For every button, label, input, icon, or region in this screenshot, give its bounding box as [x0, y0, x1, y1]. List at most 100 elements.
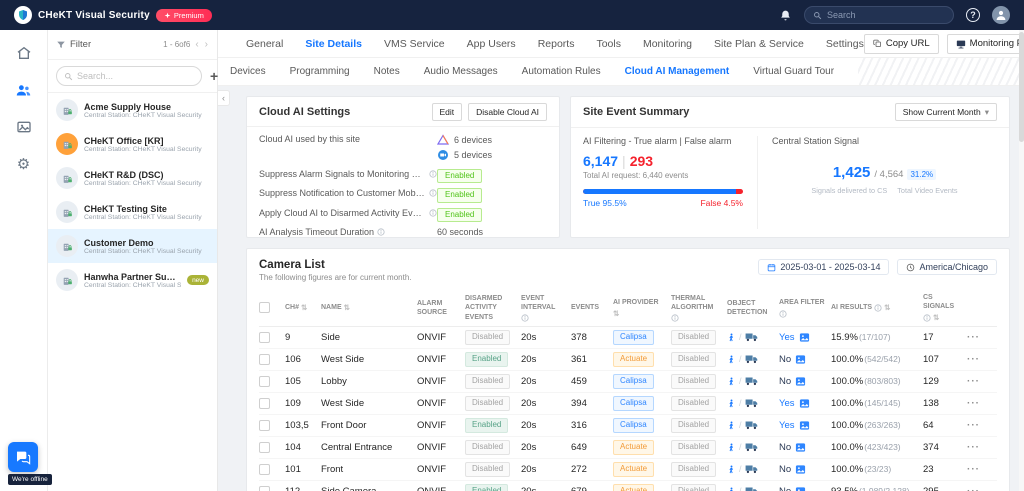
- secondary-tab[interactable]: Virtual Guard Tour: [753, 66, 834, 77]
- sort-icon[interactable]: ⇅: [344, 303, 350, 313]
- primary-tab[interactable]: Monitoring: [643, 38, 692, 50]
- area-filter-image-icon[interactable]: [799, 332, 810, 343]
- period-select-button[interactable]: Show Current Month ▾: [895, 103, 997, 121]
- row-checkbox[interactable]: [259, 398, 270, 409]
- date-range-chip[interactable]: 2025-03-01 - 2025-03-14: [758, 259, 889, 275]
- ai-provider-badge[interactable]: Actuate: [613, 440, 654, 454]
- row-checkbox[interactable]: [259, 464, 270, 475]
- column-header[interactable]: CS SIGNALS ⇅: [923, 293, 967, 323]
- nav-settings[interactable]: ⚙: [12, 153, 36, 175]
- nav-home[interactable]: [12, 42, 36, 64]
- area-filter-image-icon[interactable]: [795, 486, 806, 491]
- column-header[interactable]: THERMAL ALGORITHM ⇅: [671, 294, 727, 322]
- site-list-item[interactable]: Acme Supply House Central Station: CHeKT…: [48, 93, 217, 127]
- primary-tab[interactable]: Tools: [596, 38, 621, 50]
- sort-icon[interactable]: ⇅: [613, 309, 619, 319]
- help-icon[interactable]: ?: [966, 8, 980, 22]
- ai-provider-badge[interactable]: Calipsa: [613, 418, 654, 432]
- info-icon[interactable]: [429, 189, 437, 197]
- site-list-item[interactable]: CHeKT R&D (DSC) Central Station: CHeKT V…: [48, 161, 217, 195]
- row-menu-button[interactable]: ···: [967, 420, 991, 431]
- area-filter-image-icon[interactable]: [799, 398, 810, 409]
- ai-provider-badge[interactable]: Calipsa: [613, 396, 654, 410]
- site-list-item[interactable]: Hanwha Partner Summit Central Station: C…: [48, 263, 217, 297]
- primary-tab[interactable]: General: [246, 38, 283, 50]
- secondary-tab[interactable]: Automation Rules: [522, 66, 601, 77]
- column-header[interactable]: EVENT INTERVAL ⇅: [521, 294, 571, 322]
- page-next-icon[interactable]: ›: [204, 39, 209, 50]
- column-header[interactable]: AI PROVIDER ⇅: [613, 298, 671, 319]
- row-menu-button[interactable]: ···: [967, 332, 991, 343]
- primary-tab[interactable]: VMS Service: [384, 38, 445, 50]
- scrollbar-thumb[interactable]: [1019, 32, 1024, 142]
- sort-icon[interactable]: ⇅: [301, 303, 307, 313]
- row-menu-button[interactable]: ···: [967, 442, 991, 453]
- camera-table-row[interactable]: 112 Side Camera ONVIF Enabled 20s 679 Ac…: [259, 481, 997, 491]
- copy-url-button[interactable]: Copy URL: [864, 34, 939, 54]
- camera-table-row[interactable]: 105 Lobby ONVIF Disabled 20s 459 Calipsa…: [259, 371, 997, 393]
- row-checkbox[interactable]: [259, 332, 270, 343]
- select-all-checkbox[interactable]: [259, 302, 270, 313]
- ai-provider-badge[interactable]: Calipsa: [613, 374, 654, 388]
- column-header[interactable]: OBJECT DETECTION ⇅: [727, 299, 779, 317]
- info-icon[interactable]: [521, 314, 529, 322]
- monitoring-portal-button[interactable]: Monitoring Portal: [947, 34, 1024, 54]
- info-icon[interactable]: [377, 228, 385, 236]
- primary-tab[interactable]: Settings: [826, 38, 864, 50]
- secondary-tab[interactable]: Cloud AI Management: [625, 66, 730, 77]
- site-list-item[interactable]: CHeKT Office [KR] Central Station: CHeKT…: [48, 127, 217, 161]
- page-prev-icon[interactable]: ‹: [194, 39, 199, 50]
- info-icon[interactable]: [923, 314, 931, 322]
- ai-provider-badge[interactable]: Actuate: [613, 352, 654, 366]
- site-list-item[interactable]: Customer Demo Central Station: CHeKT Vis…: [48, 229, 217, 263]
- timezone-chip[interactable]: America/Chicago: [897, 259, 997, 275]
- info-icon[interactable]: [671, 314, 679, 322]
- ai-provider-badge[interactable]: Calipsa: [613, 330, 654, 344]
- row-menu-button[interactable]: ···: [967, 398, 991, 409]
- camera-table-row[interactable]: 101 Front ONVIF Disabled 20s 272 Actuate…: [259, 459, 997, 481]
- row-menu-button[interactable]: ···: [967, 486, 991, 491]
- row-menu-button[interactable]: ···: [967, 376, 991, 387]
- chat-button[interactable]: [8, 442, 38, 472]
- camera-table-row[interactable]: 103,5 Front Door ONVIF Enabled 20s 316 C…: [259, 415, 997, 437]
- user-avatar[interactable]: [992, 6, 1010, 24]
- area-filter-image-icon[interactable]: [795, 376, 806, 387]
- column-header[interactable]: ALARM SOURCE ⇅: [417, 299, 465, 317]
- secondary-tab[interactable]: Devices: [230, 66, 266, 77]
- area-filter-image-icon[interactable]: [795, 354, 806, 365]
- global-search-input[interactable]: [827, 10, 945, 20]
- camera-table-row[interactable]: 9 Side ONVIF Disabled 20s 378 Calipsa Di…: [259, 327, 997, 349]
- camera-table-row[interactable]: 104 Central Entrance ONVIF Disabled 20s …: [259, 437, 997, 459]
- info-icon[interactable]: [429, 170, 437, 178]
- sort-icon[interactable]: ⇅: [884, 303, 890, 313]
- row-checkbox[interactable]: [259, 376, 270, 387]
- area-filter-image-icon[interactable]: [795, 442, 806, 453]
- area-filter-image-icon[interactable]: [799, 420, 810, 431]
- row-checkbox[interactable]: [259, 420, 270, 431]
- area-filter-image-icon[interactable]: [795, 464, 806, 475]
- secondary-tab[interactable]: Programming: [290, 66, 350, 77]
- primary-tab[interactable]: Reports: [538, 38, 575, 50]
- primary-tab[interactable]: Site Plan & Service: [714, 38, 804, 50]
- row-checkbox[interactable]: [259, 486, 270, 491]
- info-icon[interactable]: [874, 304, 882, 312]
- column-header[interactable]: EVENTS ⇅: [571, 303, 613, 312]
- column-header[interactable]: CH# ⇅: [285, 303, 321, 313]
- row-checkbox[interactable]: [259, 354, 270, 365]
- row-checkbox[interactable]: [259, 442, 270, 453]
- page-scrollbar[interactable]: [1019, 30, 1024, 491]
- notifications-bell-icon[interactable]: [779, 9, 792, 22]
- primary-tab[interactable]: Site Details: [305, 38, 362, 50]
- edit-button[interactable]: Edit: [432, 103, 463, 121]
- site-search-input[interactable]: [77, 71, 194, 81]
- row-menu-button[interactable]: ···: [967, 464, 991, 475]
- ai-provider-badge[interactable]: Actuate: [613, 462, 654, 476]
- row-menu-button[interactable]: ···: [967, 354, 991, 365]
- secondary-tab[interactable]: Notes: [374, 66, 400, 77]
- ai-provider-badge[interactable]: Actuate: [613, 484, 654, 491]
- info-icon[interactable]: [779, 310, 787, 318]
- secondary-tab[interactable]: Audio Messages: [424, 66, 498, 77]
- column-header[interactable]: DISARMED ACTIVITY EVENTS ⇅: [465, 294, 521, 321]
- nav-sites[interactable]: [12, 79, 36, 101]
- site-list-item[interactable]: CHeKT Testing Site Central Station: CHeK…: [48, 195, 217, 229]
